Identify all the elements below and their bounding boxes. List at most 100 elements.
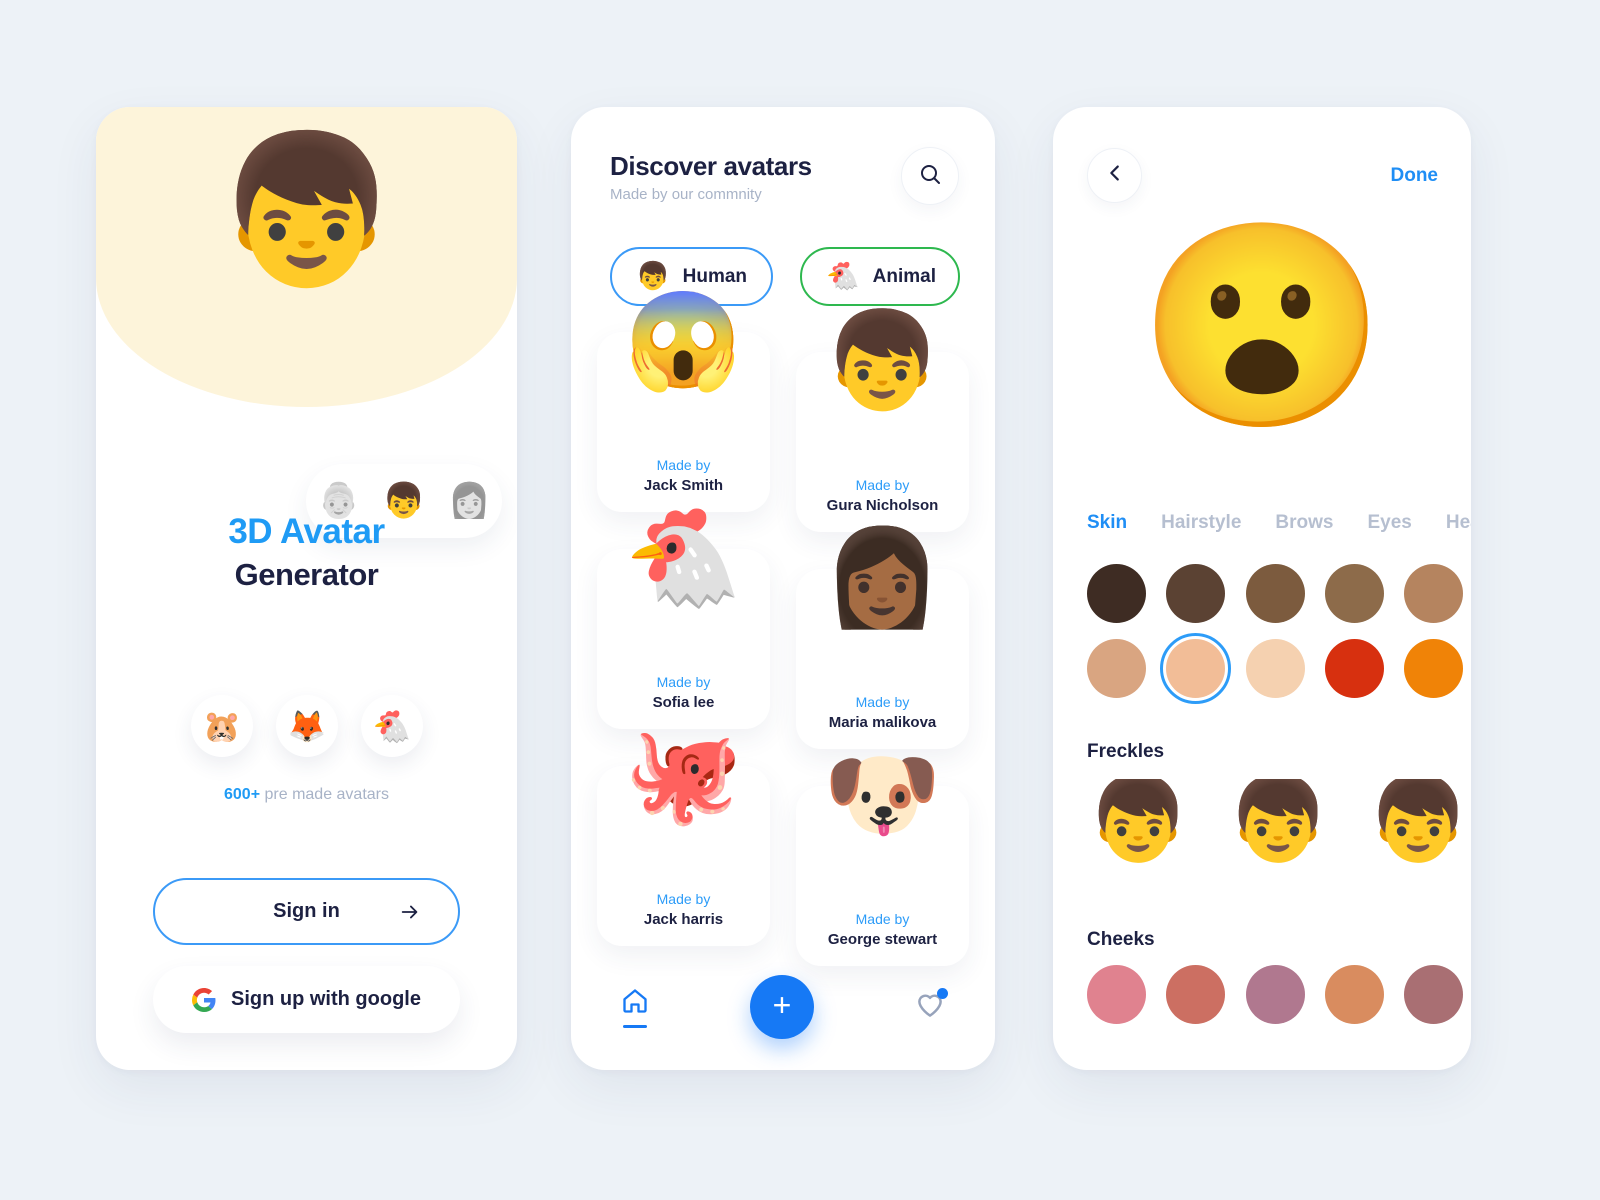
- cheek-swatch[interactable]: [1087, 965, 1146, 1024]
- editor-tabs: Skin Hairstyle Brows Eyes Head: [1087, 512, 1471, 534]
- cheek-swatch[interactable]: [1166, 965, 1226, 1024]
- avatar-author: Sofia lee: [652, 694, 715, 711]
- avatar-card[interactable]: 🐙 Made by Jack harris: [597, 728, 770, 946]
- skin-swatch-color: [1087, 564, 1146, 623]
- filter-chip-human-label: Human: [682, 265, 748, 287]
- discover-title: Discover avatars: [610, 151, 812, 181]
- premade-bubble-chicken[interactable]: 🐔: [361, 695, 423, 757]
- premade-caption: 600+ pre made avatars: [96, 786, 517, 804]
- premade-count: 600+: [224, 786, 261, 803]
- skin-swatch-color: [1404, 564, 1463, 623]
- hero-avatar: 👦: [215, 128, 398, 291]
- card-row: 🐔 Made by Sofia lee 👩🏾 Made by Maria mal…: [597, 511, 969, 749]
- nav-favorites[interactable]: [915, 987, 948, 1025]
- skin-swatch-color: [1087, 639, 1146, 698]
- skin-swatch-selected[interactable]: [1160, 633, 1232, 704]
- avatar-card-grid: 😱 Made by Jack Smith 👦 Made by Gura Nich…: [597, 294, 969, 983]
- card-row: 🐙 Made by Jack harris 🐶 Made by George s…: [597, 728, 969, 966]
- cheek-swatch[interactable]: [1245, 965, 1305, 1024]
- search-button[interactable]: [901, 147, 959, 205]
- premade-bubble-fox[interactable]: 🦊: [276, 695, 338, 757]
- avatar-card[interactable]: 👦 Made by Gura Nicholson: [796, 314, 969, 532]
- skin-swatch[interactable]: [1087, 639, 1146, 698]
- premade-bubble-hamster[interactable]: 🐹: [191, 695, 253, 757]
- nav-active-indicator: [623, 1024, 648, 1028]
- sign-up-google-button[interactable]: Sign up with google: [153, 966, 460, 1033]
- freckles-option[interactable]: 👦: [1087, 779, 1187, 871]
- skin-swatch[interactable]: [1324, 564, 1384, 623]
- skin-swatch-row-2: [1087, 633, 1463, 704]
- premade-caption-text: pre made avatars: [260, 786, 389, 803]
- notification-badge: [936, 987, 948, 999]
- made-by-label: Made by: [656, 457, 711, 473]
- hamster-avatar-icon: 🐹: [202, 708, 242, 744]
- avatar-card[interactable]: 😱 Made by Jack Smith: [597, 294, 770, 512]
- chevron-left-icon: [1104, 162, 1126, 189]
- made-by-label: Made by: [855, 477, 910, 493]
- skin-swatch-color: [1404, 639, 1463, 698]
- filter-chip-animal[interactable]: 🐔 Animal: [800, 247, 961, 306]
- bottom-navigation: +: [571, 972, 995, 1042]
- onboarding-panel: 👦 👵 👦 👩 3D Avatar Generator 🐹 🦊 🐔 600+ p…: [96, 107, 517, 1070]
- made-by-label: Made by: [656, 891, 711, 907]
- tab-brows[interactable]: Brows: [1275, 512, 1333, 534]
- arrow-right-icon: [399, 901, 421, 923]
- skin-swatch-color: [1245, 564, 1305, 623]
- skin-swatch[interactable]: [1324, 639, 1384, 698]
- avatar-thumbnail: 👦: [823, 308, 942, 414]
- boy-avatar-icon: 👦: [636, 261, 670, 291]
- tab-head[interactable]: Head: [1446, 512, 1471, 534]
- sign-in-label: Sign in: [273, 900, 340, 922]
- avatar-card[interactable]: 👩🏾 Made by Maria malikova: [796, 531, 969, 749]
- skin-swatch-row-1: [1087, 564, 1463, 623]
- tab-skin[interactable]: Skin: [1087, 512, 1127, 534]
- avatar-thumbnail: 🐔: [624, 505, 743, 611]
- avatar-author: Jack Smith: [643, 477, 724, 494]
- tab-hairstyle[interactable]: Hairstyle: [1161, 512, 1241, 534]
- cheek-swatch[interactable]: [1324, 965, 1384, 1024]
- freckles-option[interactable]: 👦: [1227, 779, 1327, 871]
- skin-swatch[interactable]: [1404, 564, 1463, 623]
- plus-icon: +: [772, 987, 792, 1023]
- discover-subtitle: Made by our commnity: [610, 186, 762, 203]
- made-by-label: Made by: [656, 674, 711, 690]
- premade-avatar-bubbles: 🐹 🦊 🐔: [191, 695, 423, 757]
- avatar-author: Gura Nicholson: [826, 497, 939, 514]
- avatar-thumbnail: 👩🏾: [823, 525, 942, 631]
- nav-add[interactable]: +: [749, 975, 814, 1039]
- skin-swatch[interactable]: [1404, 639, 1463, 698]
- home-icon: [621, 987, 649, 1020]
- done-button[interactable]: Done: [1391, 165, 1439, 187]
- skin-swatch[interactable]: [1166, 564, 1226, 623]
- freckles-section-title: Freckles: [1087, 741, 1165, 762]
- chicken-avatar-icon: 🐔: [372, 708, 412, 744]
- avatar-editor-panel: Done 😮 Skin Hairstyle Brows Eyes Head: [1053, 107, 1471, 1070]
- avatar-thumbnail: 🐶: [823, 742, 942, 848]
- skin-color-grid: [1087, 564, 1463, 714]
- page-title: 3D Avatar Generator: [96, 512, 517, 593]
- avatar-author: Jack harris: [643, 911, 724, 928]
- app-title-line2: Generator: [234, 557, 379, 592]
- avatar-card[interactable]: 🐔 Made by Sofia lee: [597, 511, 770, 729]
- freckles-option[interactable]: 👦: [1367, 779, 1467, 871]
- avatar-preview: 😮: [1137, 215, 1387, 438]
- nav-home[interactable]: [621, 987, 649, 1028]
- back-button[interactable]: [1087, 148, 1142, 203]
- avatar-card[interactable]: 🐶 Made by George stewart: [796, 748, 969, 966]
- google-g-icon: [191, 987, 216, 1012]
- made-by-label: Made by: [855, 911, 910, 927]
- heart-icon: [915, 987, 948, 1025]
- fox-avatar-icon: 🦊: [287, 708, 327, 744]
- skin-swatch[interactable]: [1245, 639, 1305, 698]
- sign-up-google-label: Sign up with google: [231, 988, 421, 1010]
- skin-swatch[interactable]: [1087, 564, 1146, 623]
- tab-eyes[interactable]: Eyes: [1367, 512, 1411, 534]
- card-row: 😱 Made by Jack Smith 👦 Made by Gura Nich…: [597, 294, 969, 532]
- filter-chip-animal-label: Animal: [872, 265, 937, 287]
- freckles-options: 👦 👦 👦: [1087, 779, 1467, 871]
- skin-swatch[interactable]: [1245, 564, 1305, 623]
- made-by-label: Made by: [855, 694, 910, 710]
- sign-in-button[interactable]: Sign in: [153, 878, 460, 945]
- cheek-swatch[interactable]: [1404, 965, 1463, 1024]
- screen: 👦 👵 👦 👩 3D Avatar Generator 🐹 🦊 🐔 600+ p…: [0, 0, 1600, 1200]
